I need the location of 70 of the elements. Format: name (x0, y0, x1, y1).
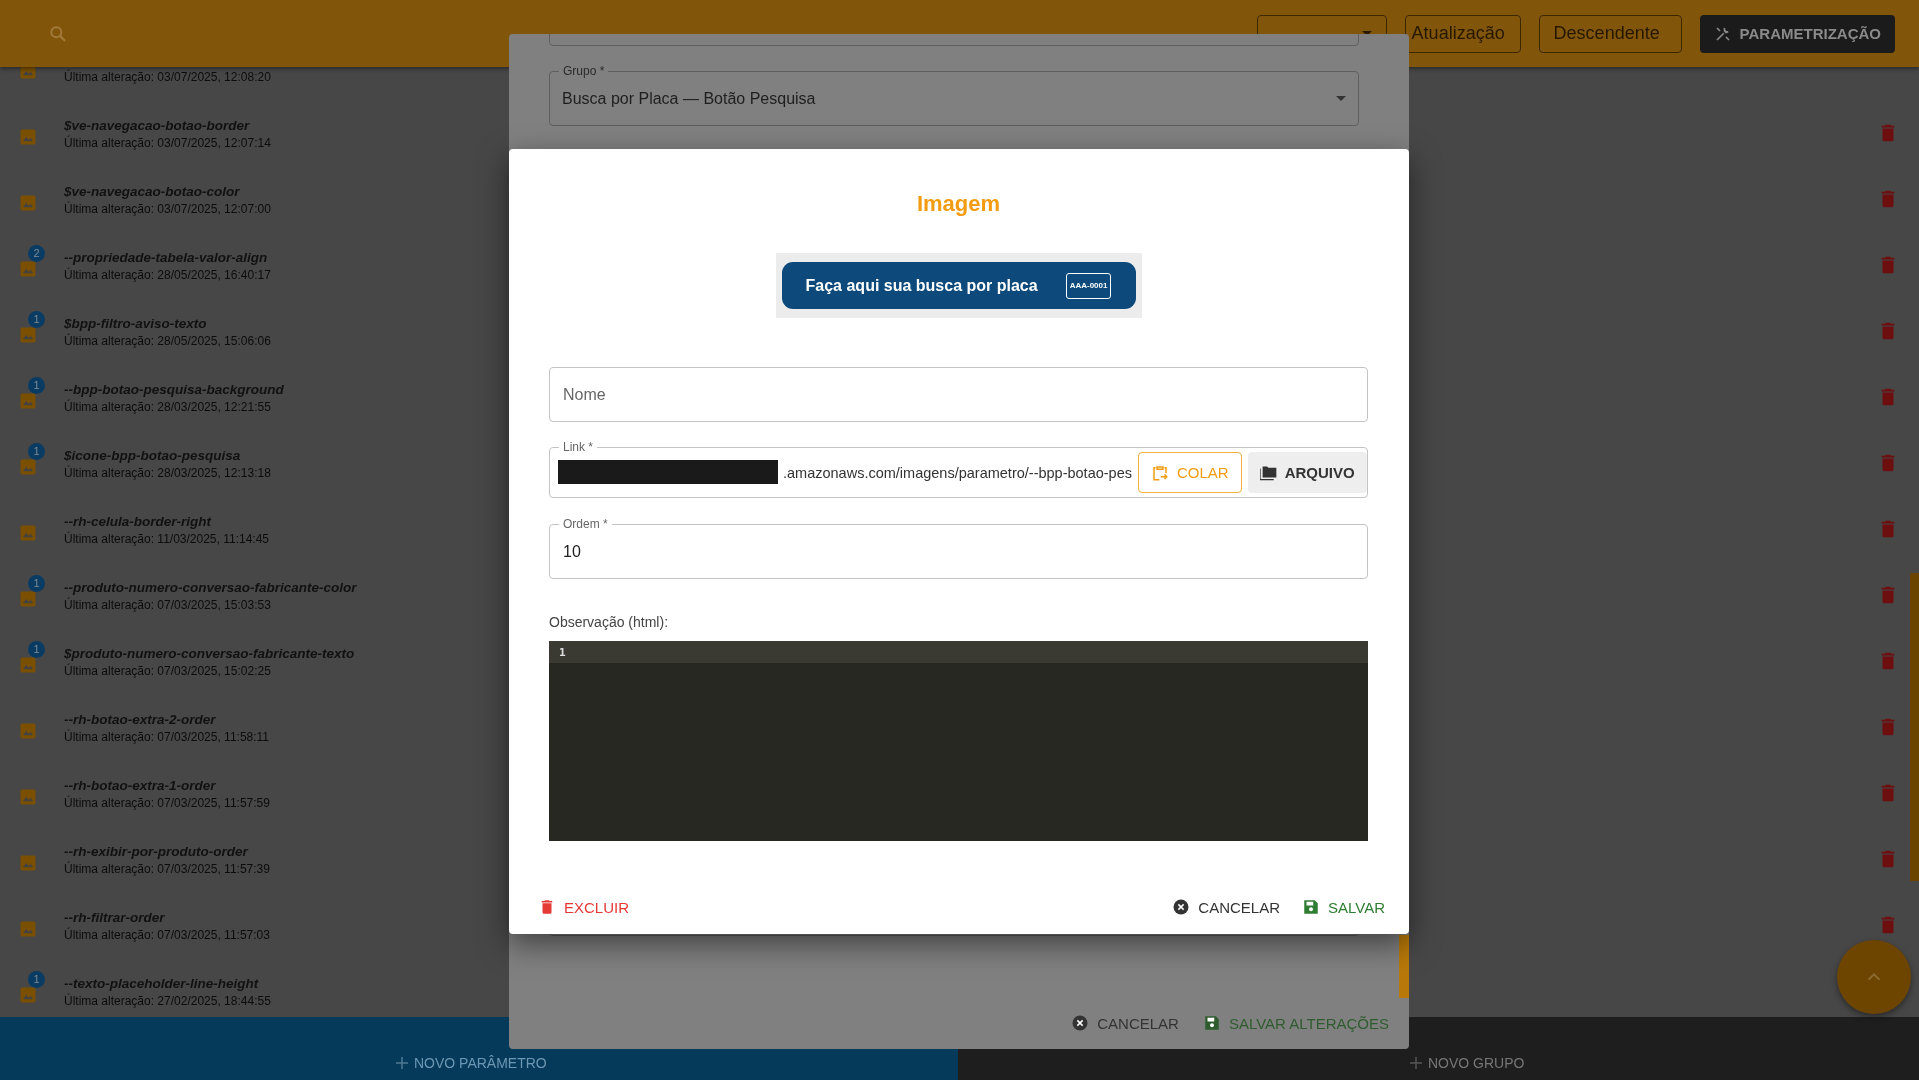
paste-button[interactable]: COLAR (1138, 452, 1242, 493)
banner-text: Faça aqui sua busca por placa (805, 276, 1038, 295)
image-icon (18, 985, 38, 1005)
image-icon (18, 259, 38, 279)
cancel-icon (1172, 898, 1191, 916)
line-number: 1 (558, 645, 566, 659)
count-badge: 1 (28, 443, 45, 460)
image-icon (18, 655, 38, 675)
modified-date: Última alteração: 07/03/2025, 11:58:11 (64, 728, 270, 745)
plus-icon (1410, 1057, 1422, 1069)
image-icon (18, 325, 38, 345)
scrollbar-thumb[interactable] (1910, 573, 1919, 881)
modified-date: Última alteração: 07/03/2025, 15:03:53 (64, 596, 272, 613)
dropdown-value: Descendente (1553, 23, 1660, 44)
count-badge: 2 (28, 245, 45, 262)
field-label: Grupo * (559, 63, 609, 79)
count-badge: 1 (28, 311, 45, 328)
image-icon (18, 457, 38, 477)
image-icon (18, 919, 38, 939)
cancel-icon (1071, 1014, 1090, 1032)
folder-icon (1259, 463, 1277, 482)
modified-date: Última alteração: 28/03/2025, 12:21:55 (64, 398, 272, 415)
image-icon (18, 127, 38, 147)
modified-date: Última alteração: 03/07/2025, 12:07:14 (64, 134, 271, 151)
dialog-title: Imagem (915, 190, 1002, 218)
save-button[interactable]: SALVAR (1294, 889, 1393, 925)
modified-date: Última alteração: 07/03/2025, 11:57:39 (64, 860, 270, 877)
image-icon (18, 523, 38, 543)
count-badge: 1 (28, 575, 45, 592)
license-plate: AAA-0001 (1065, 272, 1112, 299)
modified-date: Última alteração: 28/05/2025, 15:06:06 (64, 332, 271, 349)
image-icon (18, 589, 38, 609)
code-editor[interactable]: 1 (549, 641, 1368, 841)
dropdown-value: Busca por Placa — Botão Pesquisa (562, 89, 816, 108)
name-field[interactable]: Nome (549, 367, 1368, 422)
settings-button[interactable]: PARAMETRIZAÇÃO (1699, 14, 1895, 53)
modified-date: Última alteração: 27/02/2025, 18:44:55 (64, 992, 271, 1009)
count-badge: 1 (28, 641, 45, 658)
sort-dropdown[interactable]: Descendente (1538, 14, 1682, 53)
search-icon (48, 23, 68, 44)
image-icon (18, 391, 38, 411)
image-icon (18, 787, 38, 807)
plus-icon (396, 1057, 408, 1069)
tools-icon (1713, 24, 1732, 43)
floppy-icon (1302, 898, 1321, 916)
file-button[interactable]: ARQUIVO (1247, 452, 1367, 493)
cancel-button[interactable]: CANCELAR (1164, 889, 1289, 925)
count-badge: 1 (28, 971, 45, 988)
image-icon (18, 721, 38, 741)
modified-date: Última alteração: 03/07/2025, 12:08:20 (64, 68, 271, 85)
notes-label: Observação (html): (549, 613, 670, 631)
modified-date: Última alteração: 07/03/2025, 11:57:59 (64, 794, 270, 811)
modified-date: Última alteração: 07/03/2025, 15:02:25 (64, 662, 272, 679)
floppy-icon (1202, 1014, 1221, 1032)
count-badge: 1 (28, 377, 45, 394)
modified-date: Última alteração: 03/07/2025, 12:07:00 (64, 200, 271, 217)
image-icon (18, 193, 38, 213)
link-value: .amazonaws.com/imagens/parametro/--bpp-botao-pes (783, 464, 1132, 481)
clipboard-icon (1151, 463, 1169, 482)
caret-icon (1336, 96, 1346, 101)
modified-date: Última alteração: 07/03/2025, 11:57:03 (64, 926, 270, 943)
modified-date: Última alteração: 28/05/2025, 16:40:17 (64, 266, 271, 283)
modified-date: Última alteração: 11/03/2025, 11:14:45 (64, 530, 270, 547)
scroll-top-button[interactable] (1837, 940, 1911, 1014)
delete-button[interactable]: EXCLUIR (530, 889, 638, 925)
scrollbar-thumb[interactable] (1399, 935, 1409, 998)
image-icon (18, 853, 38, 873)
modified-date: Última alteração: 28/03/2025, 12:13:18 (64, 464, 271, 481)
field-value: 10 (562, 542, 581, 561)
dropdown-value: Atualização (1411, 23, 1505, 44)
